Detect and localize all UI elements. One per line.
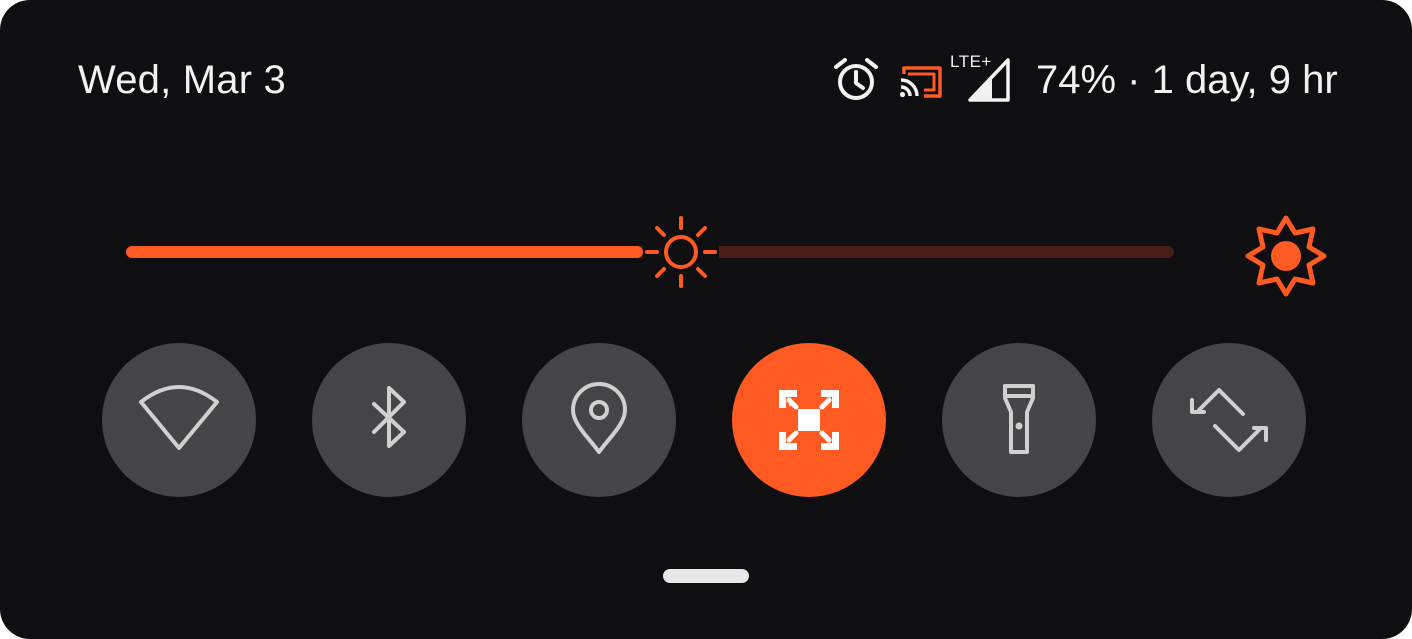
auto-brightness-icon <box>1245 215 1327 297</box>
status-bar: Wed, Mar 3 LTE+ 74% · 1 day, 9 hr <box>0 0 1412 140</box>
screen-record-tile[interactable] <box>732 343 886 497</box>
sun-icon <box>645 216 718 288</box>
cast-icon <box>899 66 942 98</box>
drag-handle[interactable] <box>663 569 749 583</box>
location-icon <box>571 382 627 454</box>
quick-settings-panel: Wed, Mar 3 LTE+ 74% · 1 day, 9 hr <box>0 0 1412 639</box>
flashlight-tile[interactable] <box>942 343 1096 497</box>
brightness-slider-thumb[interactable] <box>643 214 720 290</box>
auto-rotate-icon <box>1190 388 1268 452</box>
auto-brightness-button[interactable] <box>1244 214 1328 298</box>
wifi-tile[interactable] <box>102 343 256 497</box>
bluetooth-icon <box>372 386 406 448</box>
cell-signal-icon <box>968 58 1010 102</box>
status-icons: LTE+ <box>830 52 1030 108</box>
brightness-row <box>0 200 1412 310</box>
flashlight-icon <box>1003 384 1035 454</box>
date-label[interactable]: Wed, Mar 3 <box>78 56 286 104</box>
bluetooth-tile[interactable] <box>312 343 466 497</box>
brightness-slider-fill <box>126 246 644 258</box>
alarm-icon <box>834 58 878 100</box>
auto-rotate-tile[interactable] <box>1152 343 1306 497</box>
wifi-icon <box>139 385 219 450</box>
quick-settings-tiles <box>0 343 1412 497</box>
location-tile[interactable] <box>522 343 676 497</box>
screen-capture-icon <box>779 390 839 450</box>
battery-status[interactable]: 74% · 1 day, 9 hr <box>1036 56 1338 104</box>
